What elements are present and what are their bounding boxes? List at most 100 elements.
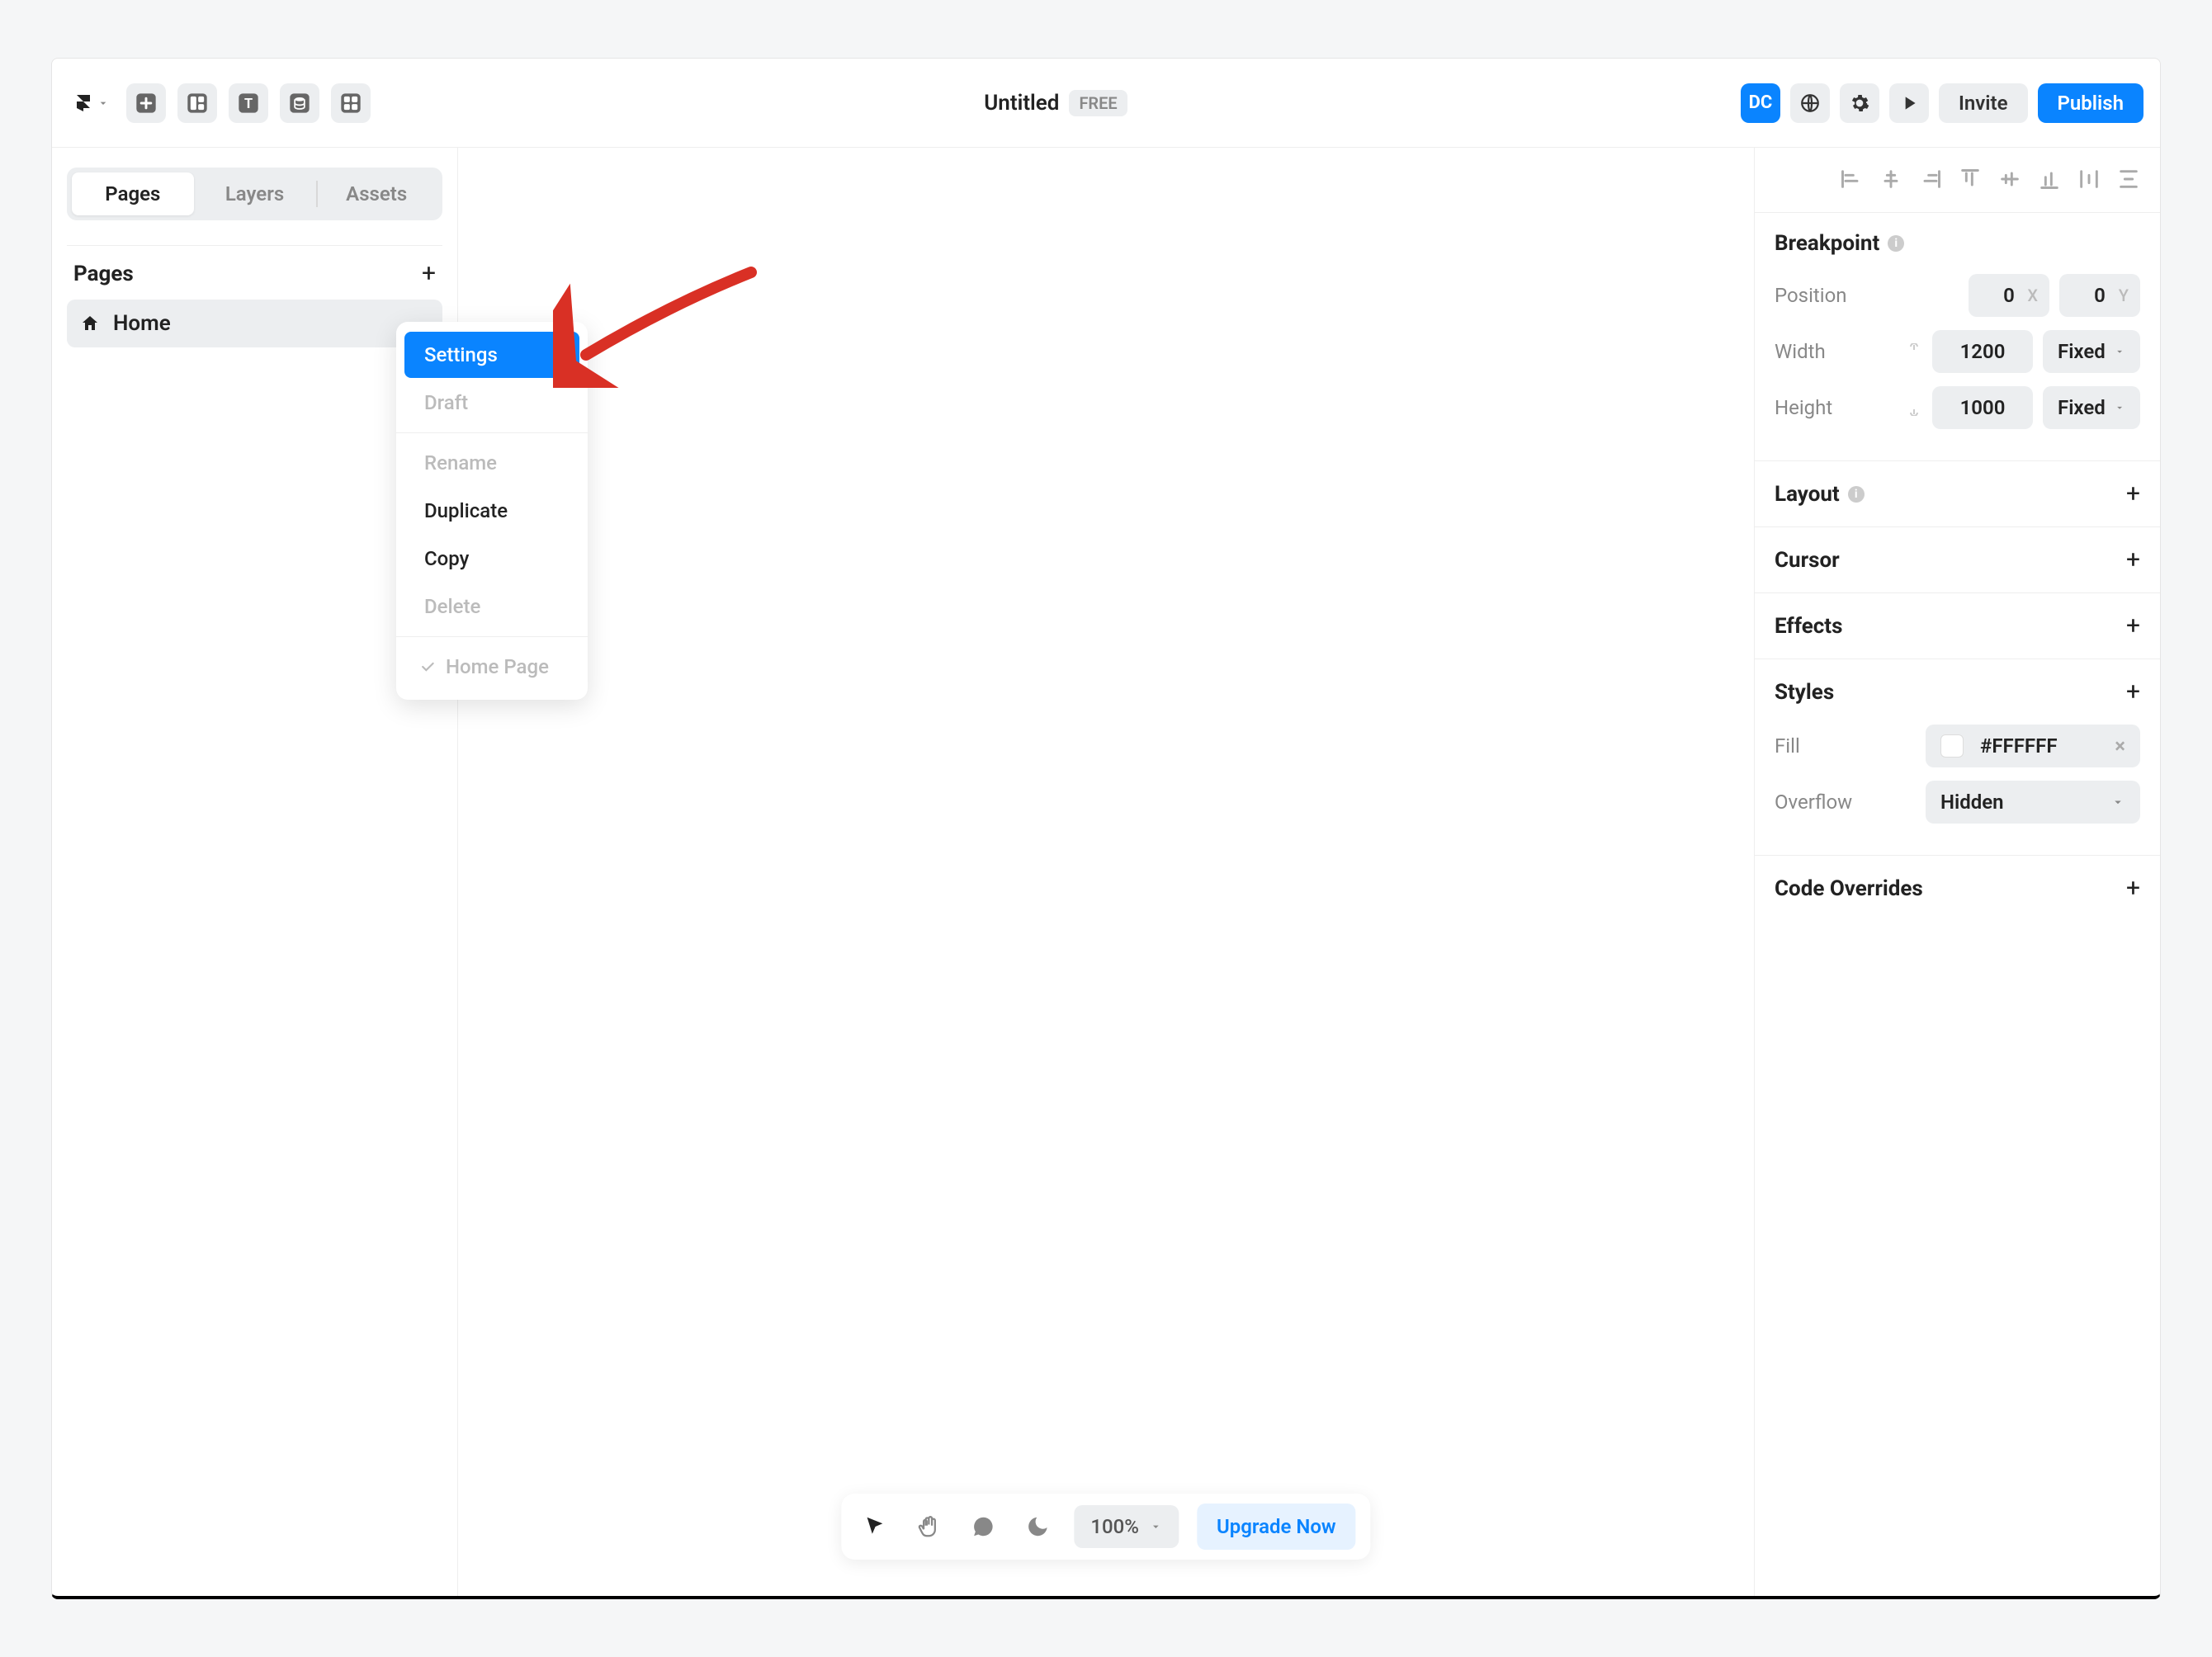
page-context-menu: Settings Draft Rename Duplicate Copy Del… bbox=[396, 322, 588, 700]
grid-icon bbox=[339, 92, 362, 115]
fill-input[interactable]: #FFFFFF × bbox=[1926, 725, 2140, 767]
effects-section: Effects + bbox=[1755, 592, 2160, 659]
ctx-settings[interactable]: Settings bbox=[404, 332, 579, 378]
cursor-header: Cursor + bbox=[1775, 545, 2140, 574]
add-effect-button[interactable]: + bbox=[2126, 611, 2140, 640]
clear-fill-icon[interactable]: × bbox=[2115, 734, 2125, 758]
page-item-home[interactable]: Home bbox=[67, 300, 442, 347]
cursor-tool-button[interactable] bbox=[856, 1508, 892, 1545]
align-center-h-icon[interactable] bbox=[1879, 168, 1902, 191]
add-override-button[interactable]: + bbox=[2126, 874, 2140, 903]
ctx-home-page[interactable]: Home Page bbox=[404, 644, 579, 690]
top-left-tools: T bbox=[69, 83, 371, 123]
width-mode-select[interactable]: Fixed bbox=[2043, 330, 2140, 373]
database-icon bbox=[288, 92, 311, 115]
height-mode-select[interactable]: Fixed bbox=[2043, 386, 2140, 429]
layout-icon bbox=[186, 92, 209, 115]
align-top-icon[interactable] bbox=[1959, 168, 1982, 191]
user-avatar[interactable]: DC bbox=[1741, 83, 1780, 123]
preview-button[interactable] bbox=[1889, 83, 1929, 123]
add-cursor-button[interactable]: + bbox=[2126, 545, 2140, 574]
dark-mode-button[interactable] bbox=[1019, 1508, 1056, 1545]
color-swatch bbox=[1940, 734, 1964, 758]
align-center-v-icon[interactable] bbox=[1998, 168, 2021, 191]
cursor-section: Cursor + bbox=[1755, 526, 2160, 592]
moon-icon bbox=[1025, 1514, 1050, 1539]
top-right-actions: DC Invite Publish bbox=[1741, 83, 2143, 123]
ctx-copy[interactable]: Copy bbox=[404, 536, 579, 582]
ctx-rename[interactable]: Rename bbox=[404, 440, 579, 486]
tab-assets[interactable]: Assets bbox=[315, 172, 437, 215]
comment-icon bbox=[971, 1514, 995, 1539]
cursor-icon bbox=[862, 1514, 886, 1539]
ctx-divider bbox=[396, 432, 588, 433]
pages-section-title: Pages bbox=[73, 262, 134, 286]
add-page-button[interactable]: + bbox=[422, 259, 436, 288]
comment-tool-button[interactable] bbox=[965, 1508, 1001, 1545]
info-icon[interactable]: i bbox=[1888, 235, 1904, 252]
layout-tool-button[interactable] bbox=[177, 83, 217, 123]
upgrade-button[interactable]: Upgrade Now bbox=[1197, 1504, 1356, 1550]
components-tool-button[interactable] bbox=[331, 83, 371, 123]
check-icon bbox=[419, 659, 436, 675]
zoom-control[interactable]: 100% bbox=[1074, 1505, 1179, 1548]
styles-header: Styles + bbox=[1775, 677, 2140, 706]
plan-badge: FREE bbox=[1069, 90, 1127, 116]
home-icon bbox=[80, 314, 100, 333]
plus-square-icon bbox=[135, 92, 158, 115]
hand-tool-button[interactable] bbox=[910, 1508, 947, 1545]
alignment-row bbox=[1755, 168, 2160, 212]
text-icon: T bbox=[237, 92, 260, 115]
link-dimensions-icon[interactable] bbox=[1906, 399, 1922, 416]
ctx-divider bbox=[396, 636, 588, 637]
chevron-down-icon bbox=[2114, 344, 2125, 359]
distribute-v-icon[interactable] bbox=[2117, 168, 2140, 191]
tab-pages[interactable]: Pages bbox=[72, 172, 194, 215]
align-right-icon[interactable] bbox=[1919, 168, 1942, 191]
settings-button[interactable] bbox=[1840, 83, 1879, 123]
ctx-draft[interactable]: Draft bbox=[404, 380, 579, 426]
text-tool-button[interactable]: T bbox=[229, 83, 268, 123]
align-left-icon[interactable] bbox=[1840, 168, 1863, 191]
position-y-input[interactable]: 0Y bbox=[2059, 274, 2140, 317]
add-tool-button[interactable] bbox=[126, 83, 166, 123]
framer-menu-button[interactable] bbox=[69, 83, 115, 123]
overflow-select[interactable]: Hidden bbox=[1926, 781, 2140, 824]
position-row: Position 0X 0Y bbox=[1775, 274, 2140, 317]
effects-title: Effects bbox=[1775, 614, 1842, 639]
height-label: Height bbox=[1775, 396, 1882, 419]
invite-button[interactable]: Invite bbox=[1939, 83, 2028, 123]
publish-button[interactable]: Publish bbox=[2038, 83, 2144, 123]
height-input[interactable]: 1000 bbox=[1932, 386, 2033, 429]
fill-label: Fill bbox=[1775, 734, 1882, 758]
styles-section: Styles + Fill #FFFFFF × Overflow bbox=[1755, 659, 2160, 855]
width-row: Width 1200 Fixed bbox=[1775, 330, 2140, 373]
add-style-button[interactable]: + bbox=[2126, 677, 2140, 706]
ctx-duplicate[interactable]: Duplicate bbox=[404, 488, 579, 534]
distribute-h-icon[interactable] bbox=[2077, 168, 2101, 191]
link-dimensions-icon[interactable] bbox=[1906, 343, 1922, 360]
ctx-delete[interactable]: Delete bbox=[404, 583, 579, 630]
overflow-row: Overflow Hidden bbox=[1775, 781, 2140, 824]
code-overrides-title: Code Overrides bbox=[1775, 876, 1923, 901]
document-title[interactable]: Untitled bbox=[984, 91, 1059, 116]
hand-icon bbox=[916, 1514, 941, 1539]
cms-tool-button[interactable] bbox=[280, 83, 319, 123]
layout-header: Layout i + bbox=[1775, 479, 2140, 508]
position-x-input[interactable]: 0X bbox=[1969, 274, 2049, 317]
globe-button[interactable] bbox=[1790, 83, 1830, 123]
pages-section-header: Pages + bbox=[67, 245, 442, 300]
width-input[interactable]: 1200 bbox=[1932, 330, 2033, 373]
align-bottom-icon[interactable] bbox=[2038, 168, 2061, 191]
add-layout-button[interactable]: + bbox=[2126, 479, 2140, 508]
tab-layers[interactable]: Layers bbox=[194, 172, 316, 215]
styles-title: Styles bbox=[1775, 680, 1834, 705]
globe-icon bbox=[1799, 92, 1821, 114]
info-icon[interactable]: i bbox=[1848, 486, 1865, 503]
main-body: Pages Layers Assets Pages + Home bbox=[52, 148, 2160, 1596]
effects-header: Effects + bbox=[1775, 611, 2140, 640]
gear-icon bbox=[1849, 92, 1870, 114]
canvas[interactable] bbox=[458, 148, 1754, 1596]
code-overrides-section: Code Overrides + bbox=[1755, 855, 2160, 921]
top-center: Untitled FREE bbox=[371, 90, 1741, 116]
